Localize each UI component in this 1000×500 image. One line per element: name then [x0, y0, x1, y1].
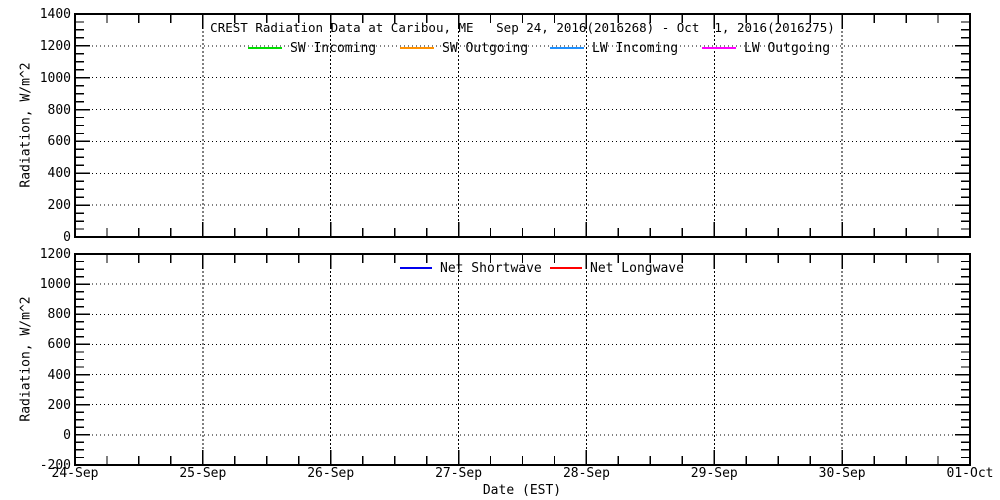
- legend-line-net-longwave: [550, 267, 582, 269]
- legend-line-lw-incoming: [550, 47, 584, 49]
- y-tick-label: 800: [47, 307, 71, 323]
- bottom-panel-y-axis-title: Radiation, W/m^2: [18, 296, 34, 422]
- x-tick-label: 30-Sep: [818, 466, 866, 481]
- y-tick-label: 200: [47, 198, 71, 214]
- y-tick-label: 400: [47, 367, 71, 383]
- legend-line-sw-incoming: [248, 47, 282, 49]
- x-tick-label: 29-Sep: [690, 466, 738, 481]
- chart-title: CREST Radiation Data at Caribou, ME Sep …: [210, 20, 835, 35]
- y-tick-label: 200: [47, 397, 71, 413]
- legend-label-net-shortwave: Net Shortwave: [440, 261, 542, 276]
- y-tick-label: 800: [47, 102, 71, 118]
- y-tick-label: 1000: [39, 70, 71, 86]
- x-axis-title: Date (EST): [482, 483, 562, 498]
- x-tick-label: 27-Sep: [435, 466, 483, 481]
- y-tick-label: 1200: [39, 38, 71, 54]
- y-tick-label: 1000: [39, 277, 71, 293]
- x-tick-label: 26-Sep: [307, 466, 355, 481]
- x-tick-label: 01-Oct: [946, 466, 994, 481]
- y-tick-label: -200: [39, 458, 71, 473]
- y-tick-label: 1200: [39, 247, 71, 262]
- legend-label-sw-outgoing: SW Outgoing: [442, 41, 529, 56]
- top-panel-y-axis-title: Radiation, W/m^2: [18, 62, 34, 188]
- legend-line-sw-outgoing: [400, 47, 434, 49]
- legend-line-lw-outgoing: [702, 47, 736, 49]
- y-tick-label: 0: [63, 230, 71, 245]
- x-tick-label: 25-Sep: [179, 466, 227, 481]
- axes-grid-layer: [74, 13, 971, 466]
- legend-label-lw-outgoing: LW Outgoing: [744, 41, 831, 56]
- y-tick-label: 600: [47, 134, 71, 150]
- y-tick-label: 0: [63, 427, 71, 443]
- legend-label-sw-incoming: SW Incoming: [290, 41, 377, 56]
- legend-label-lw-incoming: LW Incoming: [592, 41, 679, 56]
- legend-line-net-shortwave: [400, 267, 432, 269]
- y-tick-label: 1400: [39, 7, 71, 22]
- y-tick-label: 600: [47, 337, 71, 353]
- radiation-chart-page: CREST Radiation Data at Caribou, ME Sep …: [0, 0, 1000, 500]
- y-tick-label: 400: [47, 166, 71, 182]
- x-tick-label: 28-Sep: [562, 466, 610, 481]
- legend-label-net-longwave: Net Longwave: [590, 261, 684, 276]
